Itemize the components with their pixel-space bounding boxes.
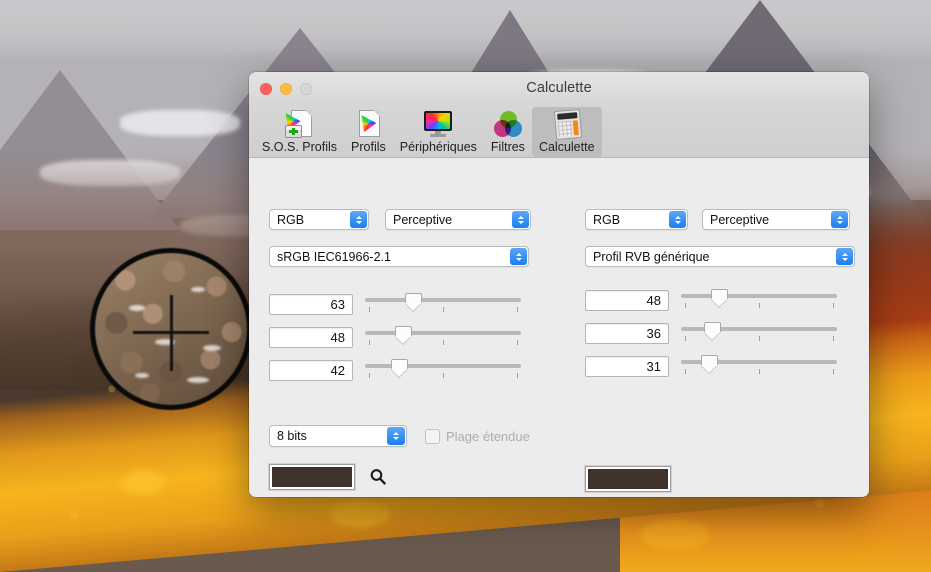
right-channel-row: 48 bbox=[585, 289, 855, 311]
extended-range-checkbox[interactable] bbox=[425, 428, 440, 444]
right-color-space-value: RGB bbox=[593, 212, 621, 227]
right-color-space-popup[interactable]: RGB bbox=[585, 209, 688, 230]
first-aid-profile-icon bbox=[284, 109, 316, 139]
calculator-icon bbox=[551, 108, 583, 141]
right-channel-3-slider[interactable] bbox=[681, 355, 837, 377]
toolbar-label: S.O.S. Profils bbox=[262, 140, 338, 154]
extended-range-label: Plage étendue bbox=[446, 428, 530, 444]
wallpaper-speckle bbox=[330, 500, 390, 528]
left-channel-1-field[interactable]: 63 bbox=[269, 293, 353, 315]
toolbar-item-sos-profils[interactable]: S.O.S. Profils bbox=[255, 107, 344, 157]
left-rendering-intent-popup[interactable]: Perceptive bbox=[385, 209, 531, 230]
left-channel-2-slider[interactable] bbox=[365, 326, 521, 348]
right-profile-popup[interactable]: Profil RVB générique bbox=[585, 246, 855, 267]
destination-color-panel: RGB Perceptive Profil RVB générique 48 3… bbox=[585, 158, 855, 492]
window-title: Calculette bbox=[526, 80, 592, 96]
right-rendering-intent-popup[interactable]: Perceptive bbox=[702, 209, 850, 230]
right-channel-2-slider[interactable] bbox=[681, 322, 837, 344]
magnifier-icon[interactable] bbox=[369, 468, 387, 486]
calculator-pane: RGB Perceptive sRGB IEC61966-2.1 63 48 4… bbox=[249, 158, 869, 496]
toolbar-item-calculette[interactable]: Calculette bbox=[531, 107, 602, 157]
right-channel-1-field[interactable]: 48 bbox=[585, 289, 669, 311]
window-titlebar[interactable]: Calculette bbox=[249, 72, 869, 106]
left-channel-3-field[interactable]: 42 bbox=[269, 359, 353, 381]
chevron-updown-icon bbox=[669, 211, 686, 228]
right-channel-row: 31 bbox=[585, 355, 855, 377]
left-channel-2-field[interactable]: 48 bbox=[269, 326, 353, 348]
source-color-panel: RGB Perceptive sRGB IEC61966-2.1 63 48 4… bbox=[269, 158, 549, 490]
colorsync-window[interactable]: Calculette S.O.S. Profils Profils Périph… bbox=[249, 72, 869, 497]
wallpaper-speckle bbox=[120, 470, 166, 496]
chevron-updown-icon bbox=[350, 211, 367, 228]
toolbar-label: Calculette bbox=[538, 140, 595, 154]
chevron-updown-icon bbox=[510, 248, 527, 265]
toolbar[interactable]: S.O.S. Profils Profils Périphériques Fil… bbox=[249, 106, 869, 158]
display-monitor-icon bbox=[422, 109, 454, 139]
desktop: Calculette S.O.S. Profils Profils Périph… bbox=[0, 0, 931, 572]
toolbar-item-peripheriques[interactable]: Périphériques bbox=[393, 107, 484, 157]
left-color-swatch[interactable] bbox=[269, 464, 355, 490]
chevron-updown-icon bbox=[512, 211, 529, 228]
chevron-updown-icon bbox=[387, 427, 405, 445]
left-profile-value: sRGB IEC61966-2.1 bbox=[277, 249, 391, 264]
toolbar-label: Profils bbox=[351, 140, 386, 154]
toolbar-label: Filtres bbox=[490, 140, 525, 154]
left-color-space-popup[interactable]: RGB bbox=[269, 209, 369, 230]
bit-depth-value: 8 bits bbox=[277, 429, 307, 443]
left-color-space-value: RGB bbox=[277, 212, 305, 227]
toolbar-item-profils[interactable]: Profils bbox=[344, 107, 393, 157]
left-channel-row: 48 bbox=[269, 326, 549, 348]
right-rendering-intent-value: Perceptive bbox=[710, 212, 770, 227]
loupe-crosshair-vertical bbox=[170, 295, 173, 371]
rgb-circles-icon bbox=[492, 109, 524, 139]
chevron-updown-icon bbox=[831, 211, 848, 228]
left-channel-row: 63 bbox=[269, 293, 549, 315]
right-channel-2-field[interactable]: 36 bbox=[585, 322, 669, 344]
chevron-updown-icon bbox=[836, 248, 853, 265]
right-channel-3-field[interactable]: 31 bbox=[585, 355, 669, 377]
bit-depth-popup[interactable]: 8 bits bbox=[269, 425, 407, 447]
right-channel-1-slider[interactable] bbox=[681, 289, 837, 311]
profile-document-icon bbox=[352, 109, 384, 139]
left-channel-row: 42 bbox=[269, 359, 549, 381]
color-picker-loupe[interactable] bbox=[90, 248, 252, 410]
left-channel-3-slider[interactable] bbox=[365, 359, 521, 381]
toolbar-label: Périphériques bbox=[399, 140, 477, 154]
right-channel-row: 36 bbox=[585, 322, 855, 344]
right-profile-value: Profil RVB générique bbox=[593, 249, 710, 264]
right-color-swatch[interactable] bbox=[585, 466, 671, 492]
toolbar-item-filtres[interactable]: Filtres bbox=[484, 107, 532, 157]
left-profile-popup[interactable]: sRGB IEC61966-2.1 bbox=[269, 246, 529, 267]
left-rendering-intent-value: Perceptive bbox=[393, 212, 453, 227]
wallpaper-speckle bbox=[640, 520, 710, 550]
left-channel-1-slider[interactable] bbox=[365, 293, 521, 315]
